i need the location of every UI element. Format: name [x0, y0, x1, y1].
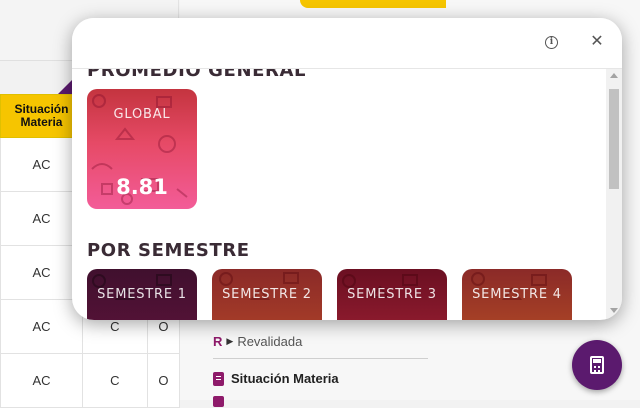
- card-label: GLOBAL: [113, 107, 171, 122]
- legend-revalidada: R ▶ Revalidada: [213, 332, 428, 350]
- section-title-semester: POR SEMESTRE: [87, 240, 250, 261]
- legend-code: R: [213, 333, 223, 349]
- scroll-down-arrow-icon[interactable]: [610, 308, 618, 313]
- scroll-thumb[interactable]: [609, 89, 619, 189]
- table-row: AC C O: [0, 353, 181, 408]
- legend-square-icon: [213, 396, 224, 407]
- card-label: SEMESTRE 1: [97, 287, 187, 302]
- section-title-general: PROMEDIO GENERAL: [87, 68, 307, 81]
- legend-label: Revalidada: [237, 333, 303, 349]
- legend-cutoff-row: [213, 396, 428, 407]
- modal-header: i ✕: [72, 18, 622, 69]
- scroll-up-arrow-icon[interactable]: [610, 73, 618, 78]
- caret-right-icon: ▶: [226, 335, 234, 346]
- info-icon[interactable]: i: [545, 36, 558, 49]
- calculator-fab-button[interactable]: [572, 340, 622, 390]
- averages-modal: i ✕ PROMEDIO GENERAL GLOBAL 8.81 POR SEM…: [72, 18, 622, 320]
- semester-card[interactable]: SEMESTRE 2: [212, 269, 322, 320]
- list-icon: [213, 371, 224, 386]
- global-average-card[interactable]: GLOBAL 8.81: [87, 89, 197, 209]
- semester-card[interactable]: SEMESTRE 1: [87, 269, 197, 320]
- legend-situacion-heading: Situación Materia: [213, 371, 428, 386]
- purple-corner-tab: [58, 80, 72, 94]
- yellow-accent-bar: [300, 0, 446, 8]
- modal-scrollbar[interactable]: [606, 68, 622, 320]
- legend: R ▶ Revalidada Situación Materia: [213, 332, 428, 407]
- semester-card[interactable]: SEMESTRE 3: [337, 269, 447, 320]
- modal-body: PROMEDIO GENERAL GLOBAL 8.81 POR SEMESTR…: [72, 68, 606, 320]
- column-header-situacion: Situación Materia: [0, 94, 83, 138]
- card-label: SEMESTRE 3: [347, 287, 437, 302]
- card-label: SEMESTRE 4: [472, 287, 562, 302]
- calculator-icon: [590, 356, 604, 374]
- global-average-value: 8.81: [116, 175, 168, 199]
- card-label: SEMESTRE 2: [222, 287, 312, 302]
- semester-card[interactable]: SEMESTRE 4: [462, 269, 572, 320]
- legend-divider: [213, 358, 428, 359]
- close-icon[interactable]: ✕: [589, 33, 605, 51]
